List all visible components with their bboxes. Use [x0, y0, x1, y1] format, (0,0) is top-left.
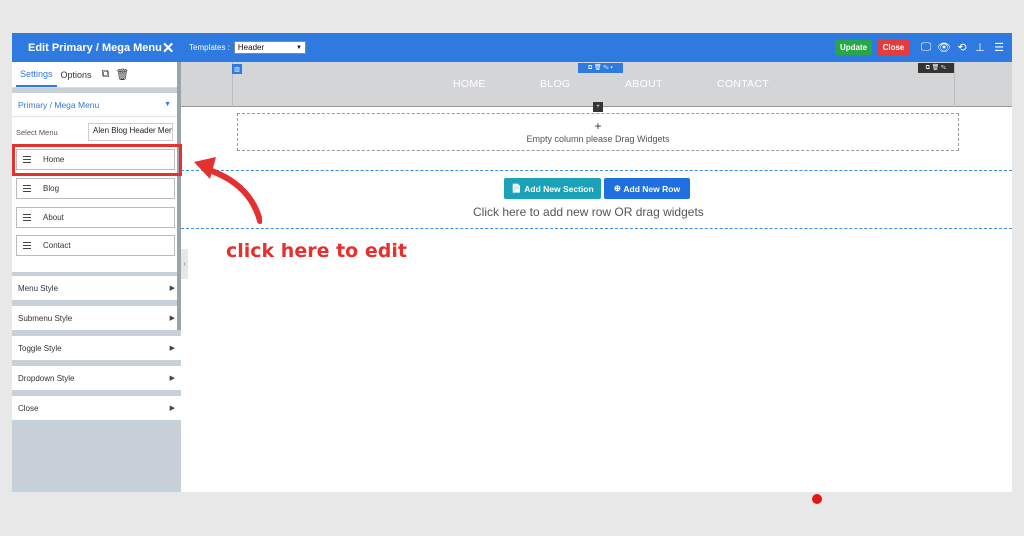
eye-icon[interactable]: 👁 [937, 40, 951, 54]
accordion-label: Toggle Style [18, 343, 62, 353]
nav-about[interactable]: ABOUT [625, 78, 663, 90]
menu-item-about[interactable]: About [16, 207, 175, 228]
top-toolbar: Templates : Header ▼ Update Close 🖵 👁 ⟲ … [181, 33, 1012, 62]
menu-icon[interactable]: ☰ [992, 40, 1006, 54]
drag-handle-icon[interactable] [23, 214, 31, 221]
accordion-label: Menu Style [18, 283, 59, 293]
column-divider [954, 62, 955, 107]
menu-item-label: Blog [43, 184, 60, 193]
menu-item-blog[interactable]: Blog [16, 178, 175, 199]
red-dot [812, 494, 822, 504]
templates-label: Templates : [189, 43, 230, 52]
accordion-menu-style[interactable]: Menu Style ▶ [12, 276, 181, 300]
accordion-dropdown-style[interactable]: Dropdown Style ▶ [12, 366, 181, 390]
nav-contact[interactable]: CONTACT [717, 78, 769, 90]
select-menu-field[interactable]: Alen Blog Header Menu [88, 123, 173, 141]
accordion-submenu-style[interactable]: Submenu Style ▶ [12, 306, 181, 330]
column-icon[interactable]: ▥ [232, 64, 242, 74]
select-menu-label: Select Menu [16, 127, 58, 137]
update-button[interactable]: Update [835, 40, 872, 55]
add-row-label: Add New Row [623, 183, 681, 194]
nav-blog[interactable]: BLOG [540, 78, 570, 90]
plus-icon: + [594, 118, 602, 133]
sidebar-header: Edit Primary / Mega Menu ✕ [12, 33, 181, 62]
section-divider [181, 228, 1012, 229]
section-header[interactable]: Primary / Mega Menu ▼ [12, 93, 177, 117]
history-icon[interactable]: ⟲ [955, 40, 969, 54]
caret-down-icon: ▼ [164, 101, 171, 108]
close-button[interactable]: Close [877, 40, 910, 55]
copy-icon[interactable]: ⧉ [102, 68, 110, 81]
empty-column-text: Empty column please Drag Widgets [526, 133, 670, 144]
highlight-box [12, 144, 182, 176]
menu-item-label: About [43, 213, 64, 222]
column-toolbar[interactable]: ⧉ 🗑 ✎ [918, 63, 954, 73]
menu-item-label: Contact [43, 241, 71, 250]
drag-handle-icon[interactable] [23, 185, 31, 192]
accordion-label: Close [18, 403, 39, 413]
drop-hint[interactable]: Click here to add new row OR drag widget… [473, 205, 704, 219]
accordion-close[interactable]: Close ▶ [12, 396, 181, 420]
caret-right-icon: ▶ [169, 315, 175, 322]
sidebar-tabs: Settings Options ⧉ 🗑 [12, 62, 181, 88]
caret-right-icon: ▶ [169, 405, 175, 412]
templates-select-value: Header [237, 43, 265, 52]
close-icon[interactable]: ✕ [162, 39, 175, 57]
accordion-label: Dropdown Style [18, 373, 75, 383]
add-icon[interactable]: + [593, 102, 603, 112]
annotation-arrow-icon [194, 157, 262, 224]
widget-toolbar[interactable]: ⧉ 🗑 ✎ ▾ [578, 63, 623, 73]
menu-item-contact[interactable]: Contact [16, 235, 175, 256]
section-title: Primary / Mega Menu [18, 99, 100, 110]
caret-right-icon: ▶ [169, 285, 175, 292]
select-menu-row: Select Menu Alen Blog Header Menu [12, 117, 177, 147]
chevron-down-icon: ▼ [295, 44, 302, 51]
add-section-button[interactable]: 📄 Add New Section [504, 178, 601, 199]
add-row-button[interactable]: ⊕ Add New Row [604, 178, 690, 199]
accordion-toggle-style[interactable]: Toggle Style ▶ [12, 336, 181, 360]
header-preview[interactable]: ▥ ⧉ 🗑 ✎ ▾ ⧉ 🗑 ✎ HOME BLOG ABOUT CONTACT [181, 62, 1012, 107]
tab-settings[interactable]: Settings [16, 63, 57, 87]
desktop-icon[interactable]: 🖵 [919, 40, 933, 54]
accordion-label: Submenu Style [18, 313, 73, 323]
sitemap-icon[interactable]: ⊥ [973, 40, 987, 54]
sidebar: Edit Primary / Mega Menu ✕ Settings Opti… [12, 33, 181, 492]
drag-handle-icon[interactable] [23, 242, 31, 249]
add-section-label: Add New Section [524, 183, 594, 194]
editor-frame: Edit Primary / Mega Menu ✕ Settings Opti… [12, 33, 1012, 492]
sidebar-title: Edit Primary / Mega Menu [28, 41, 162, 54]
templates-select[interactable]: Header ▼ [233, 41, 306, 54]
caret-right-icon: ▶ [169, 345, 175, 352]
tab-options[interactable]: Options [57, 70, 96, 80]
section-divider [181, 170, 1012, 171]
annotation-text: click here to edit [226, 240, 407, 262]
trash-icon[interactable]: 🗑 [115, 68, 129, 81]
empty-column[interactable]: + Empty column please Drag Widgets [237, 113, 959, 151]
collapse-sidebar-tab[interactable]: ‹ [181, 249, 188, 279]
nav-home[interactable]: HOME [453, 78, 486, 90]
caret-right-icon: ▶ [169, 375, 175, 382]
